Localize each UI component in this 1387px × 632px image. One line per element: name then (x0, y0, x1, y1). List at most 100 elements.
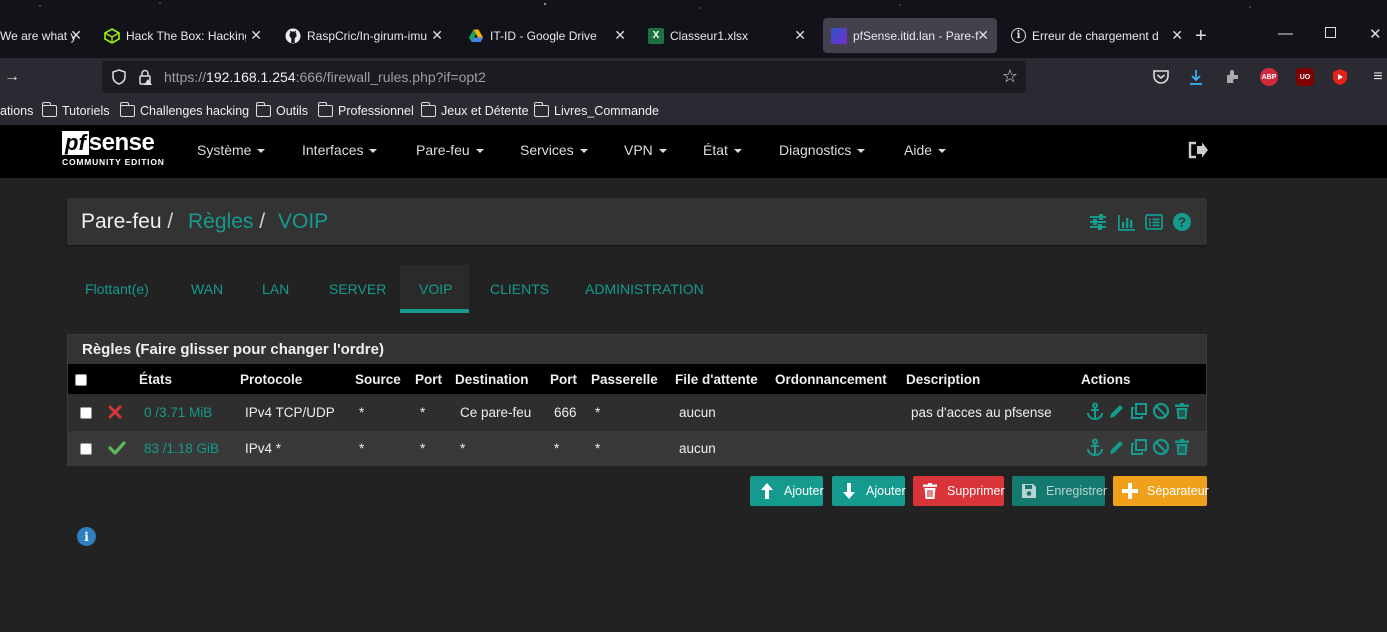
copy-clone-icon[interactable] (1130, 402, 1148, 420)
logout-icon[interactable] (1187, 141, 1209, 159)
new-tab-plus-icon[interactable]: + (1195, 25, 1207, 48)
browser-tab-1[interactable]: We are what y ✕ (0, 18, 90, 53)
close-icon[interactable]: ✕ (977, 27, 989, 44)
breadcrumb-voip[interactable]: VOIP (278, 210, 328, 234)
pfsense-logo[interactable]: pf sense COMMUNITY EDITION (62, 131, 165, 167)
bookmark-folder-jeux[interactable]: Jeux et Détente (420, 102, 529, 118)
maximize-icon[interactable] (1325, 27, 1336, 38)
col-destination[interactable]: Destination (455, 372, 529, 387)
bookmark-folder-livres[interactable]: Livres_Commande (533, 102, 659, 118)
pencil-edit-icon[interactable] (1108, 402, 1126, 420)
bookmark-folder-challenges[interactable]: Challenges hacking (119, 102, 249, 118)
col-description[interactable]: Description (906, 372, 980, 387)
youtube-extension-icon[interactable] (1331, 68, 1349, 86)
col-file-attente[interactable]: File d'attente (675, 372, 758, 387)
extension-puzzle-icon[interactable] (1224, 68, 1242, 86)
browser-tab-5[interactable]: X Classeur1.xlsx ✕ (648, 18, 812, 53)
address-bar[interactable]: https://192.168.1.254:666/firewall_rules… (102, 61, 1026, 93)
menu-etat[interactable]: État (703, 142, 742, 158)
select-all-checkbox[interactable] (75, 374, 87, 386)
download-icon[interactable] (1187, 68, 1205, 86)
menu-aide[interactable]: Aide (904, 142, 947, 158)
info-circle-icon[interactable]: i (77, 527, 96, 546)
pocket-icon[interactable] (1152, 68, 1170, 86)
window-close-icon[interactable]: ✕ (1369, 25, 1382, 43)
bookmark-folder-professionnel[interactable]: Professionnel (317, 102, 414, 118)
copy-clone-icon[interactable] (1130, 438, 1148, 456)
anchor-icon[interactable] (1086, 402, 1104, 420)
browser-tab-2[interactable]: Hack The Box: Hacking ✕ (104, 18, 268, 53)
col-source-port[interactable]: Port (415, 372, 442, 387)
browser-tab-3[interactable]: RaspCric/In-girum-imu ✕ (285, 18, 449, 53)
pfsense-favicon-icon (831, 27, 847, 44)
tab-administration[interactable]: ADMINISTRATION (585, 281, 704, 297)
states-link[interactable]: 83 /1.18 GiB (144, 441, 219, 456)
bar-chart-icon[interactable] (1116, 212, 1136, 232)
menu-vpn[interactable]: VPN (624, 142, 667, 158)
adblock-plus-icon[interactable]: ABP (1260, 68, 1278, 86)
tab-lan[interactable]: LAN (262, 281, 289, 297)
menu-diagnostics[interactable]: Diagnostics (779, 142, 866, 158)
list-alt-icon[interactable] (1144, 212, 1164, 232)
states-link[interactable]: 0 /3.71 MiB (144, 405, 212, 420)
row-checkbox[interactable] (80, 443, 92, 455)
tab-server[interactable]: SERVER (329, 281, 386, 297)
cell-description: pas d'acces au pfsense (911, 405, 1052, 420)
save-button[interactable]: Enregistrer (1012, 476, 1107, 506)
ban-disable-icon[interactable] (1152, 402, 1170, 420)
menu-interfaces[interactable]: Interfaces (302, 142, 378, 158)
times-icon[interactable] (108, 405, 122, 419)
close-icon[interactable]: ✕ (794, 27, 806, 44)
close-icon[interactable]: ✕ (70, 27, 82, 44)
delete-button[interactable]: Supprimer (913, 476, 1005, 506)
table-row[interactable]: 83 /1.18 GiB IPv4 * * * * * * aucun (68, 431, 1206, 466)
col-dest-port[interactable]: Port (550, 372, 577, 387)
menu-systeme[interactable]: Système (197, 142, 266, 158)
separator-button[interactable]: Séparateur (1113, 476, 1209, 506)
bookmark-folder-outils[interactable]: Outils (255, 102, 308, 118)
sliders-icon[interactable] (1088, 212, 1108, 232)
bookmark-folder-tutoriels[interactable]: Tutoriels (41, 102, 109, 118)
check-icon[interactable] (108, 440, 126, 456)
ublock-origin-icon[interactable]: UO (1296, 68, 1314, 86)
close-icon[interactable]: ✕ (250, 27, 262, 44)
minimize-icon[interactable]: — (1278, 25, 1293, 42)
trash-icon[interactable] (1173, 402, 1191, 420)
bookmarks-toolbar: ations Tutoriels Challenges hacking Outi… (0, 98, 1387, 125)
close-icon[interactable]: ✕ (614, 27, 626, 44)
trash-icon[interactable] (1173, 438, 1191, 456)
col-protocole[interactable]: Protocole (240, 372, 302, 387)
browser-tab-4[interactable]: IT-ID - Google Drive ✕ (468, 18, 632, 53)
browser-tab-7[interactable]: i Erreur de chargement d ✕ (1011, 18, 1183, 53)
browser-tab-6-active[interactable]: pfSense.itid.lan - Pare-f ✕ (823, 18, 997, 53)
table-row[interactable]: 0 /3.71 MiB IPv4 TCP/UDP * * Ce pare-feu… (68, 395, 1206, 430)
help-question-icon[interactable]: ? (1172, 212, 1192, 232)
tab-flottant[interactable]: Flottant(e) (85, 281, 149, 297)
bookmark-item[interactable]: ations (0, 104, 33, 118)
menu-services[interactable]: Services (520, 142, 588, 158)
anchor-icon[interactable] (1086, 438, 1104, 456)
col-source[interactable]: Source (355, 372, 401, 387)
row-checkbox[interactable] (80, 407, 92, 419)
ban-disable-icon[interactable] (1152, 438, 1170, 456)
add-bottom-button[interactable]: Ajouter (832, 476, 906, 506)
add-top-button[interactable]: Ajouter (750, 476, 824, 506)
shield-icon[interactable] (112, 69, 126, 85)
close-icon[interactable]: ✕ (1171, 27, 1183, 44)
col-ordonnancement[interactable]: Ordonnancement (775, 372, 887, 387)
close-icon[interactable]: ✕ (431, 27, 443, 44)
col-passerelle[interactable]: Passerelle (591, 372, 658, 387)
bookmark-star-icon[interactable]: ☆ (1002, 66, 1018, 87)
breadcrumb-regles[interactable]: Règles / (188, 210, 265, 234)
tab-voip[interactable]: VOIP (419, 281, 452, 297)
menu-pare-feu[interactable]: Pare-feu (416, 142, 484, 158)
tab-clients[interactable]: CLIENTS (490, 281, 549, 297)
lock-warning-icon[interactable] (138, 69, 152, 85)
url-text[interactable]: https://192.168.1.254:666/firewall_rules… (164, 69, 486, 85)
pencil-edit-icon[interactable] (1108, 438, 1126, 456)
tab-wan[interactable]: WAN (191, 281, 223, 297)
col-etats[interactable]: États (139, 372, 172, 387)
menu-hamburger-icon[interactable]: ≡ (1369, 68, 1387, 86)
htb-cube-icon (104, 27, 120, 44)
forward-arrow-icon[interactable]: → (4, 68, 20, 86)
